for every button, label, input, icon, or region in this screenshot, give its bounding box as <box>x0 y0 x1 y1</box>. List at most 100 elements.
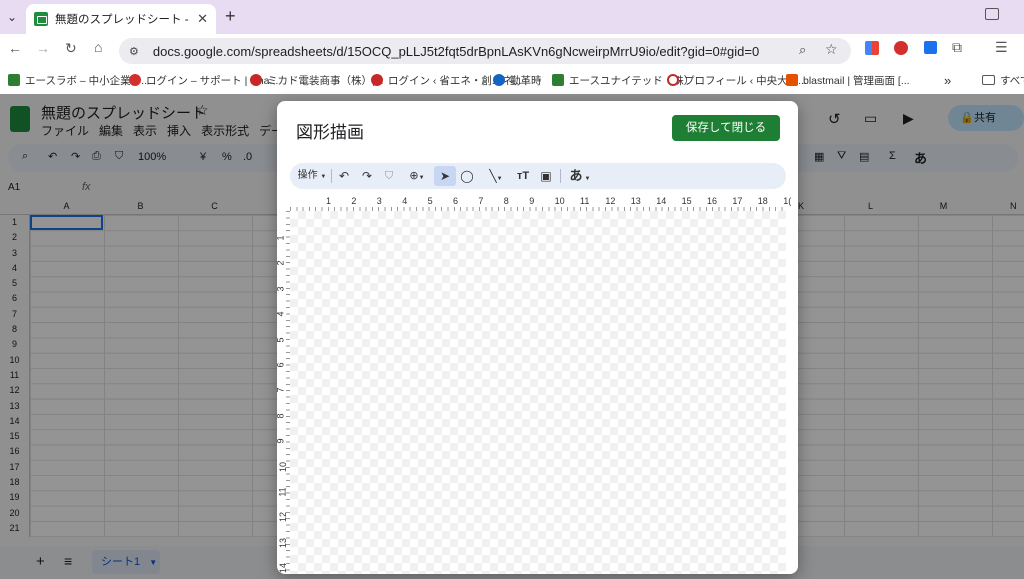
ruler-h-label: 16 <box>707 196 718 206</box>
ruler-v-label: 14 <box>278 563 289 574</box>
extension-calendar-icon[interactable] <box>924 41 937 54</box>
undo-icon[interactable]: ↶ <box>335 163 353 189</box>
ruler-v-label: 9 <box>275 438 286 444</box>
address-bar[interactable]: ⚙ docs.google.com/spreadsheets/d/15OCQ_p… <box>119 38 851 64</box>
actions-label: 操作 <box>297 170 318 181</box>
ruler-h-label: 7 <box>478 196 484 206</box>
chevron-down-icon: ▼ <box>496 176 503 182</box>
bookmarks-overflow-button[interactable]: » <box>944 73 951 88</box>
ruler-v-label: 4 <box>275 311 286 317</box>
zoom-icon[interactable]: ⌕ <box>799 42 806 58</box>
bookmark-favicon-icon <box>371 74 383 86</box>
bookmark-favicon-icon <box>8 74 20 86</box>
ruler-h-label: 13 <box>630 196 641 206</box>
shape-icon[interactable]: ◯ <box>458 163 476 189</box>
drawing-canvas[interactable] <box>290 211 786 574</box>
ruler-h-label: 8 <box>503 196 509 206</box>
ruler-v-label: 2 <box>275 260 286 266</box>
ruler-h-label: 1 <box>326 196 332 206</box>
ruler-h-label: 5 <box>427 196 433 206</box>
ruler-h-label: 18 <box>757 196 768 206</box>
ruler-h-label: 17 <box>732 196 743 206</box>
new-tab-button[interactable]: + <box>225 6 236 27</box>
toolbar-divider <box>331 169 332 183</box>
actions-menu[interactable]: 操作 ▼ <box>297 163 327 189</box>
forward-arrow-icon[interactable]: → <box>36 40 50 56</box>
other-bookmarks-folder[interactable]: すべての <box>982 73 1024 88</box>
drawing-dialog: 図形描画 保存して閉じる 操作 ▼ ↶ ↷ ⛉ ⊕▼ ➤ ◯ ╲▼ ᴛT ▣ あ… <box>275 101 798 574</box>
chevron-down-icon: ▼ <box>320 174 327 180</box>
bookmark-item[interactable]: 勤革時 <box>493 73 542 88</box>
vertical-ruler: 1 2 3 4 5 6 7 8 9 10 11 12 13 14 <box>275 211 290 574</box>
line-icon[interactable]: ╲▼ <box>482 163 510 189</box>
tab-list-button[interactable]: ⌄ <box>7 10 17 24</box>
ruler-h-label: 10 <box>554 196 565 206</box>
ruler-h-label: 14 <box>656 196 667 206</box>
bookmark-favicon-icon <box>552 74 564 86</box>
chevron-down-icon: ▼ <box>584 176 591 182</box>
bookmark-favicon-icon <box>786 74 798 86</box>
bookmark-favicon-icon <box>250 74 262 86</box>
input-tools-label: あ <box>569 168 583 183</box>
url-text[interactable]: docs.google.com/spreadsheets/d/15OCQ_pLL… <box>153 44 759 59</box>
sheets-favicon-icon <box>34 12 48 26</box>
bookmark-favicon-icon <box>493 74 505 86</box>
ruler-h-label: 15 <box>681 196 692 206</box>
ruler-h-label: 6 <box>453 196 459 206</box>
ruler-v-label: 6 <box>275 362 286 368</box>
reload-icon[interactable]: ↻ <box>65 40 77 57</box>
folder-icon <box>982 75 995 85</box>
image-icon[interactable]: ▣ <box>537 163 555 189</box>
ruler-v-label: 12 <box>278 512 289 523</box>
select-arrow-icon[interactable]: ➤ <box>434 166 456 186</box>
home-icon[interactable]: ⌂ <box>94 39 102 55</box>
horizontal-ruler: 1 2 3 4 5 6 7 8 9 10 11 12 13 14 15 16 17 18 1( <box>290 196 791 211</box>
extension-red-icon[interactable] <box>894 41 908 55</box>
window-minimize-icon[interactable] <box>985 8 999 20</box>
back-arrow-icon[interactable]: ← <box>8 40 22 56</box>
bookmarks-bar: エースラボ – 中小企業の... ログイン – サポート | Cha... ミカ… <box>0 66 1024 94</box>
drawing-toolbar: 操作 ▼ ↶ ↷ ⛉ ⊕▼ ➤ ◯ ╲▼ ᴛT ▣ あ ▼ <box>290 163 786 189</box>
ruler-v-label: 13 <box>278 537 289 548</box>
ruler-h-label: 9 <box>529 196 535 206</box>
redo-icon[interactable]: ↷ <box>358 163 376 189</box>
save-and-close-button[interactable]: 保存して閉じる <box>672 115 780 141</box>
bookmark-favicon-icon <box>667 74 679 86</box>
reading-list-icon[interactable]: ☰ <box>995 39 1008 56</box>
ruler-v-label: 10 <box>278 461 289 472</box>
browser-tab-active[interactable]: 無題のスプレッドシート - Google スプレ ✕ <box>26 4 216 34</box>
chevron-down-icon: ▼ <box>418 175 425 181</box>
other-bookmarks-label: すべての <box>1000 74 1024 87</box>
paint-format-icon[interactable]: ⛉ <box>380 163 398 189</box>
ruler-h-label: 3 <box>376 196 382 206</box>
toolbar-divider <box>560 169 561 183</box>
tab-close-icon[interactable]: ✕ <box>197 11 208 27</box>
site-info-icon[interactable]: ⚙ <box>129 45 139 58</box>
ruler-v-label: 5 <box>275 337 286 343</box>
ruler-v-label: 1 <box>275 235 286 241</box>
ruler-h-label: 4 <box>402 196 408 206</box>
input-tools-button[interactable]: あ ▼ <box>565 163 595 189</box>
ruler-v-label: 8 <box>275 413 286 419</box>
browser-tabstrip: ⌄ 無題のスプレッドシート - Google スプレ ✕ + <box>0 0 1024 34</box>
tab-title: 無題のスプレッドシート - Google スプレ <box>55 14 190 26</box>
dialog-title: 図形描画 <box>296 123 364 142</box>
bookmark-favicon-icon <box>129 74 141 86</box>
bookmark-item[interactable]: blastmail | 管理画面 [... <box>786 73 910 88</box>
ruler-v-label: 7 <box>275 387 286 393</box>
ruler-h-label: 11 <box>580 196 590 206</box>
zoom-icon[interactable]: ⊕▼ <box>403 163 431 189</box>
extensions-puzzle-icon[interactable]: ⧉ <box>952 39 962 56</box>
ruler-h-label: 12 <box>605 196 616 206</box>
extension-google-icon[interactable] <box>865 41 879 55</box>
bookmark-label: blastmail | 管理画面 [... <box>803 74 910 87</box>
ruler-v-label: 11 <box>277 487 288 497</box>
ruler-h-label: 2 <box>351 196 357 206</box>
bookmark-item[interactable]: ミカド電装商事（株）|... <box>250 73 383 88</box>
bookmark-star-icon[interactable]: ☆ <box>825 41 838 58</box>
text-box-icon[interactable]: ᴛT <box>514 163 532 189</box>
bookmark-label: 勤革時 <box>510 74 542 87</box>
bookmark-label: ミカド電装商事（株）|... <box>267 74 384 87</box>
ruler-v-label: 3 <box>275 286 286 292</box>
ruler-h-label: 1( <box>783 196 792 206</box>
